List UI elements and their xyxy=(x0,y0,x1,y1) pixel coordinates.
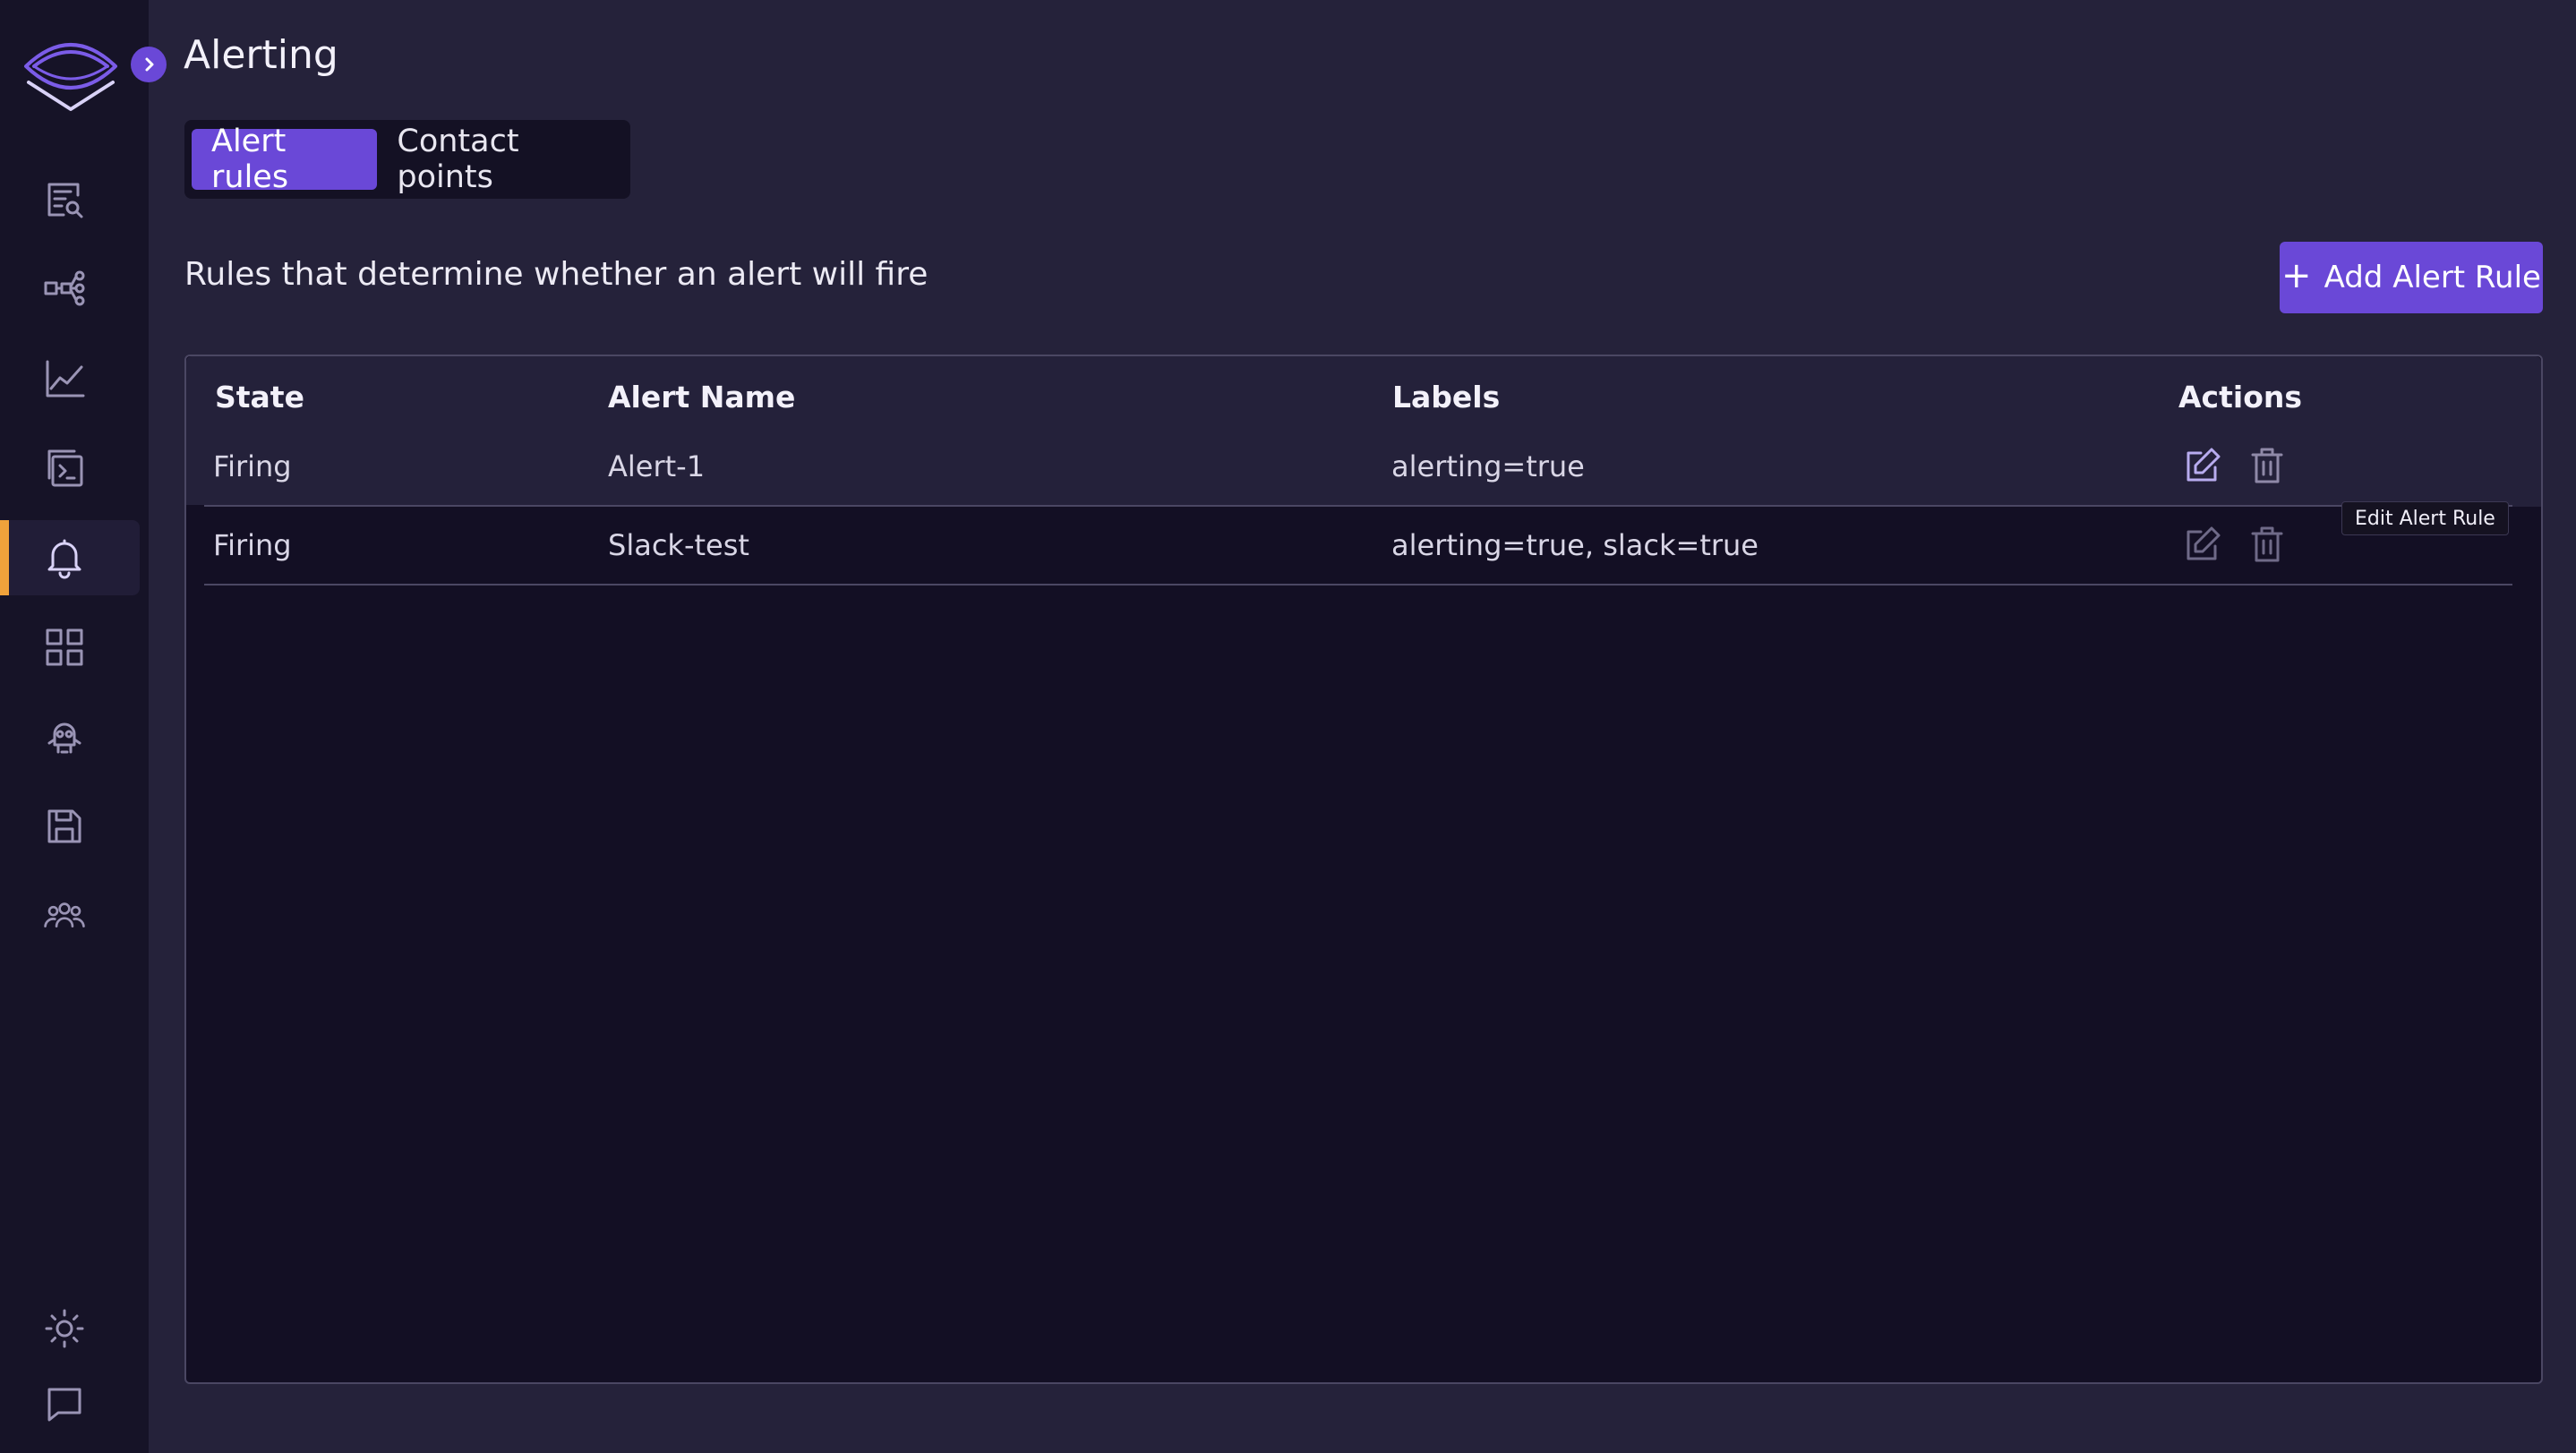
plus-icon: + xyxy=(2281,255,2312,296)
sidebar-item-alerting[interactable] xyxy=(0,520,140,595)
users-icon xyxy=(44,902,85,927)
edit-alert-rule-tooltip: Edit Alert Rule xyxy=(2341,501,2509,535)
metrics-chart-icon xyxy=(46,360,85,397)
cell-state: Firing xyxy=(213,449,292,483)
tab-contact-points[interactable]: Contact points xyxy=(377,124,623,195)
column-header-alert-name[interactable]: Alert Name xyxy=(608,380,795,415)
sidebar-item-saved[interactable] xyxy=(0,789,140,864)
page-subtitle: Rules that determine whether an alert wi… xyxy=(184,256,929,293)
sidebar-item-users[interactable] xyxy=(0,878,140,953)
feedback-chat-icon xyxy=(47,1388,81,1422)
sidebar xyxy=(0,0,167,1453)
cell-labels: alerting=true xyxy=(1391,449,1585,483)
logs-search-icon xyxy=(47,183,83,218)
table-row[interactable]: Firing Alert-1 alerting=true xyxy=(186,428,2541,507)
page-title: Alerting xyxy=(184,32,338,78)
trash-icon[interactable] xyxy=(2246,523,2289,566)
chevron-right-icon xyxy=(145,57,154,72)
service-map-icon xyxy=(44,270,85,306)
sidebar-item-query[interactable] xyxy=(0,431,140,506)
tab-alert-rules[interactable]: Alert rules xyxy=(192,124,378,195)
sidebar-item-logs[interactable] xyxy=(0,162,140,237)
add-alert-rule-label: Add Alert Rule xyxy=(2324,260,2541,295)
cell-alert-name: Alert-1 xyxy=(608,449,706,483)
bot-icon xyxy=(47,722,81,754)
edit-icon[interactable] xyxy=(2181,444,2224,487)
app-root: Alerting Alert rules Contact points Rule… xyxy=(0,0,2576,1453)
sidebar-item-bot[interactable] xyxy=(0,699,140,774)
column-header-state[interactable]: State xyxy=(215,380,304,415)
table-row[interactable]: Firing Slack-test alerting=true, slack=t… xyxy=(204,507,2512,585)
alert-rules-table: State Alert Name Labels Actions Firing A… xyxy=(184,355,2543,1384)
save-icon xyxy=(47,809,81,843)
add-alert-rule-button[interactable]: + Add Alert Rule xyxy=(2280,242,2543,313)
sidebar-item-dashboards[interactable] xyxy=(0,610,140,685)
column-header-labels[interactable]: Labels xyxy=(1392,380,1500,415)
sidebar-item-feedback[interactable] xyxy=(0,1367,140,1442)
cell-labels: alerting=true, slack=true xyxy=(1391,528,1759,562)
theme-sun-icon xyxy=(45,1309,84,1348)
bell-icon xyxy=(47,539,81,579)
main-content: Alerting Alert rules Contact points Rule… xyxy=(149,0,2576,1453)
tab-bar: Alert rules Contact points xyxy=(184,120,630,199)
sidebar-item-metrics[interactable] xyxy=(0,341,140,416)
app-logo[interactable] xyxy=(23,30,118,113)
column-header-actions: Actions xyxy=(2178,380,2302,415)
sidebar-item-theme[interactable] xyxy=(0,1291,140,1366)
edit-icon[interactable] xyxy=(2181,523,2224,566)
sidebar-expand-button[interactable] xyxy=(131,47,167,82)
cell-state: Firing xyxy=(213,528,292,562)
trash-icon[interactable] xyxy=(2246,444,2289,487)
query-terminal-icon xyxy=(47,449,83,487)
cell-alert-name: Slack-test xyxy=(608,528,749,562)
dashboards-grid-icon xyxy=(46,628,83,666)
sidebar-item-service-map[interactable] xyxy=(0,252,140,327)
